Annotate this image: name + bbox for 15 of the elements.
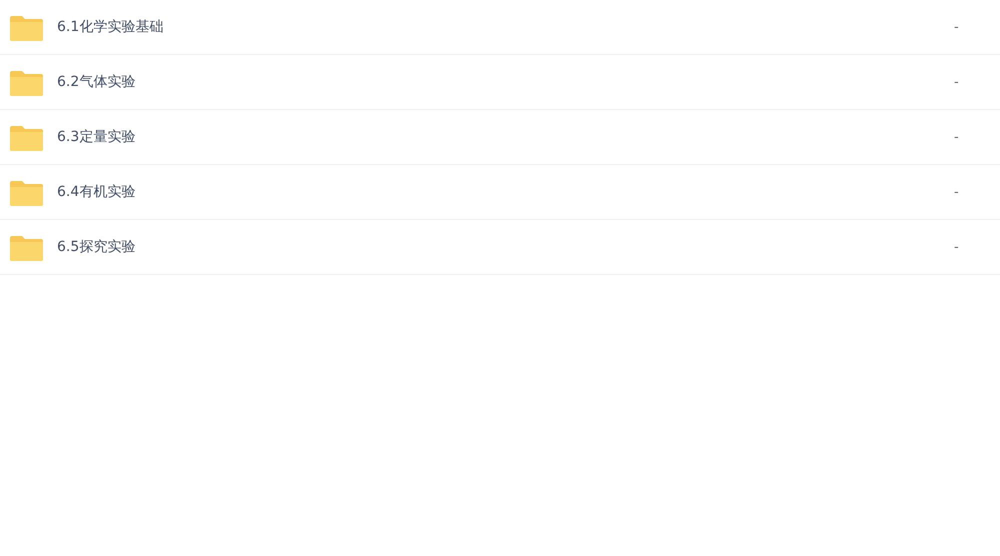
folder-name[interactable]: 6.5探究实验 bbox=[57, 238, 954, 256]
folder-icon bbox=[10, 234, 43, 260]
folder-icon bbox=[10, 178, 43, 206]
file-size: - bbox=[954, 240, 960, 254]
file-size: - bbox=[954, 74, 960, 90]
file-size: - bbox=[954, 20, 960, 34]
file-size: - bbox=[954, 130, 960, 144]
folder-name[interactable]: 6.4有机实验 bbox=[57, 183, 954, 201]
folder-icon bbox=[10, 124, 43, 150]
folder-name[interactable]: 6.2气体实验 bbox=[57, 73, 954, 91]
folder-icon bbox=[10, 14, 43, 40]
folder-icon bbox=[10, 68, 43, 96]
folder-name[interactable]: 6.1化学实验基础 bbox=[57, 18, 954, 36]
folder-name[interactable]: 6.3定量实验 bbox=[57, 128, 954, 146]
file-size: - bbox=[954, 184, 960, 200]
